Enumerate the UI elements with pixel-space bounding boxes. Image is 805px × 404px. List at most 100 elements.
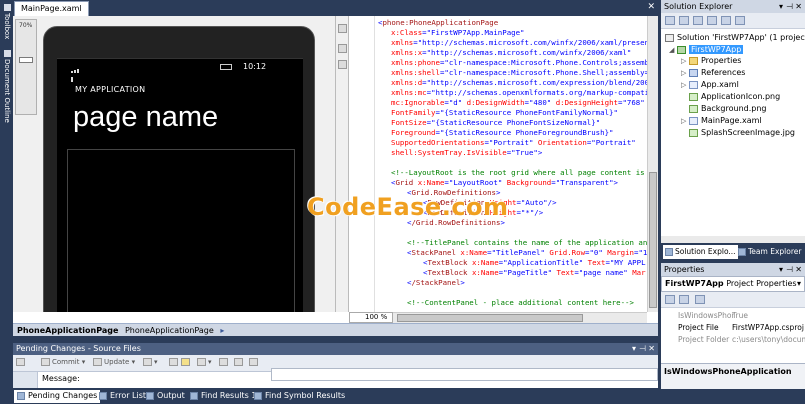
horizontal-split-icon[interactable] bbox=[338, 60, 347, 69]
show-all-files-icon[interactable] bbox=[679, 16, 689, 25]
zoom-label: 70% bbox=[19, 22, 33, 29]
auto-hide-icon[interactable]: ⊣ bbox=[639, 344, 646, 353]
tree-item-solution[interactable]: Solution 'FirstWP7App' (1 project) bbox=[665, 33, 805, 42]
tab-solution-explorer[interactable]: Solution Explo... bbox=[663, 245, 738, 259]
shelve-button[interactable]: ▾ bbox=[197, 358, 212, 366]
property-row[interactable]: IsWindowsPhor True bbox=[661, 311, 805, 322]
refresh-icon[interactable] bbox=[693, 16, 703, 25]
phone-clock: 10:12 bbox=[243, 62, 267, 71]
chevron-right-icon[interactable]: ▷ bbox=[681, 57, 689, 65]
view-options-button[interactable]: ▾ bbox=[143, 358, 158, 366]
chevron-down-icon[interactable]: ◢ bbox=[669, 46, 677, 54]
source-files-icon[interactable] bbox=[16, 358, 27, 366]
outline-icon bbox=[3, 50, 11, 57]
categorized-icon[interactable] bbox=[665, 295, 675, 304]
chevron-right-icon[interactable]: ▸ bbox=[220, 326, 224, 335]
tree-item-properties[interactable]: ▷ Properties bbox=[681, 56, 741, 65]
xaml-editor[interactable]: <phone:PhoneApplicationPage x:Class="Fir… bbox=[349, 16, 647, 312]
pin-icon[interactable]: ▾ bbox=[632, 344, 636, 353]
code-line: xmlns:x="http://schemas.microsoft.com/wi… bbox=[391, 48, 632, 57]
application-title[interactable]: MY APPLICATION bbox=[75, 85, 145, 94]
pin-icon[interactable]: ▾ bbox=[779, 2, 783, 11]
tree-item-mainpage-xaml[interactable]: ▷ MainPage.xaml bbox=[681, 116, 762, 125]
tab-find-symbol-results[interactable]: Find Symbol Results bbox=[251, 390, 348, 403]
object-selector[interactable]: FirstWP7App Project Properties ▾ bbox=[661, 276, 805, 292]
solution-explorer-icon bbox=[665, 248, 673, 256]
phone-screen[interactable]: 10:12 MY APPLICATION page name bbox=[57, 58, 303, 312]
compare-icon[interactable] bbox=[234, 358, 245, 366]
code-line: <!--TitlePanel contains the name of the … bbox=[407, 238, 647, 247]
code-line: xmlns:phone="clr-namespace:Microsoft.Pho… bbox=[391, 58, 647, 67]
swap-panes-icon[interactable] bbox=[338, 24, 347, 33]
tab-pending-changes[interactable]: Pending Changes bbox=[14, 390, 101, 403]
edit-icon[interactable] bbox=[181, 358, 192, 366]
output-icon bbox=[146, 391, 154, 400]
solution-horizontal-scrollbar[interactable] bbox=[661, 236, 805, 243]
page-title[interactable]: page name bbox=[73, 101, 218, 134]
commit-button[interactable]: Commit ▾ bbox=[41, 358, 85, 366]
vertical-split-icon[interactable] bbox=[338, 44, 347, 53]
property-row[interactable]: Project File FirstWP7App.csproj bbox=[661, 323, 805, 334]
design-view[interactable]: 70% 10:12 MY APPLICATION page name bbox=[13, 16, 335, 312]
tree-item-application-icon[interactable]: ApplicationIcon.png bbox=[689, 92, 780, 101]
filter-icon[interactable] bbox=[169, 358, 180, 366]
tab-team-explorer[interactable]: Team Explorer bbox=[736, 245, 803, 259]
tree-item-splashscreen[interactable]: SplashScreenImage.jpg bbox=[689, 128, 795, 137]
chevron-right-icon[interactable]: ▷ bbox=[681, 117, 689, 125]
refresh-icon[interactable] bbox=[219, 358, 230, 366]
pin-icon[interactable]: ▾ bbox=[779, 265, 783, 274]
close-icon[interactable]: ✕ bbox=[647, 2, 655, 12]
editor-vertical-scrollbar[interactable] bbox=[647, 16, 658, 312]
tree-item-project[interactable]: ◢ FirstWP7App bbox=[669, 45, 744, 54]
tab-output[interactable]: Output bbox=[143, 390, 188, 403]
scrollbar-thumb[interactable] bbox=[649, 172, 657, 308]
class-diagram-icon[interactable] bbox=[735, 16, 745, 25]
content-panel[interactable] bbox=[67, 149, 295, 312]
message-field[interactable] bbox=[271, 368, 658, 381]
close-icon[interactable]: ✕ bbox=[648, 344, 655, 353]
chevron-right-icon[interactable]: ▷ bbox=[681, 81, 689, 89]
find-results-icon bbox=[190, 391, 198, 400]
code-line: </StackPanel> bbox=[407, 278, 465, 287]
tab-find-results-1[interactable]: Find Results 1 bbox=[187, 390, 259, 403]
document-outline-tab[interactable]: Document Outline bbox=[1, 50, 11, 123]
panel-title-bar: Properties ▾ ⊣ ✕ bbox=[661, 263, 805, 276]
tree-item-background[interactable]: Background.png bbox=[689, 104, 767, 113]
close-icon[interactable]: ✕ bbox=[795, 265, 802, 274]
chevron-right-icon[interactable]: ▷ bbox=[681, 69, 689, 77]
code-line: <StackPanel x:Name="TitlePanel" Grid.Row… bbox=[407, 248, 647, 257]
toolbox-tab[interactable]: Toolbox bbox=[1, 4, 11, 39]
code-line: <TextBlock x:Name="PageTitle" Text="page… bbox=[423, 268, 646, 277]
zoom-slider[interactable]: 70% bbox=[15, 19, 37, 115]
properties-icon[interactable] bbox=[665, 16, 675, 25]
view-designer-icon[interactable] bbox=[721, 16, 731, 25]
close-icon[interactable]: ✕ bbox=[795, 2, 802, 11]
image-file-icon bbox=[689, 104, 698, 113]
more-icon[interactable] bbox=[249, 358, 260, 366]
property-pages-icon[interactable] bbox=[695, 295, 705, 304]
breadcrumb: PhoneApplicationPage PhoneApplicationPag… bbox=[13, 323, 658, 336]
property-row[interactable]: Project Folder c:\users\tony\docum bbox=[661, 335, 805, 346]
zoom-dropdown[interactable]: 100 % bbox=[349, 312, 393, 323]
solution-tab-strip: Solution Explo... Team Explorer bbox=[661, 243, 805, 260]
breadcrumb-item[interactable]: PhoneApplicationPage bbox=[17, 326, 118, 335]
update-button[interactable]: Update ▾ bbox=[93, 358, 135, 366]
view-splitter[interactable] bbox=[335, 16, 349, 312]
auto-hide-icon[interactable]: ⊣ bbox=[786, 2, 793, 11]
tree-item-app-xaml[interactable]: ▷ App.xaml bbox=[681, 80, 739, 89]
tab-mainpage-xaml[interactable]: MainPage.xaml bbox=[14, 1, 89, 16]
phone-preview: 10:12 MY APPLICATION page name bbox=[43, 26, 315, 312]
view-code-icon[interactable] bbox=[707, 16, 717, 25]
editor-horizontal-scrollbar[interactable] bbox=[393, 312, 647, 323]
alphabetical-icon[interactable] bbox=[679, 295, 689, 304]
code-line: <TextBlock x:Name="ApplicationTitle" Tex… bbox=[423, 258, 646, 267]
chevron-down-icon[interactable]: ▾ bbox=[797, 279, 801, 288]
tree-item-references[interactable]: ▷ References bbox=[681, 68, 745, 77]
code-line: shell:SystemTray.IsVisible="True"> bbox=[391, 148, 543, 157]
scrollbar-thumb[interactable] bbox=[397, 314, 583, 322]
auto-hide-icon[interactable]: ⊣ bbox=[786, 265, 793, 274]
tab-error-list[interactable]: Error List bbox=[96, 390, 149, 403]
breadcrumb-item[interactable]: PhoneApplicationPage bbox=[125, 326, 214, 335]
zoom-slider-thumb[interactable] bbox=[19, 57, 33, 64]
code-line: xmlns:mc="http://schemas.openxmlformats.… bbox=[391, 88, 647, 97]
